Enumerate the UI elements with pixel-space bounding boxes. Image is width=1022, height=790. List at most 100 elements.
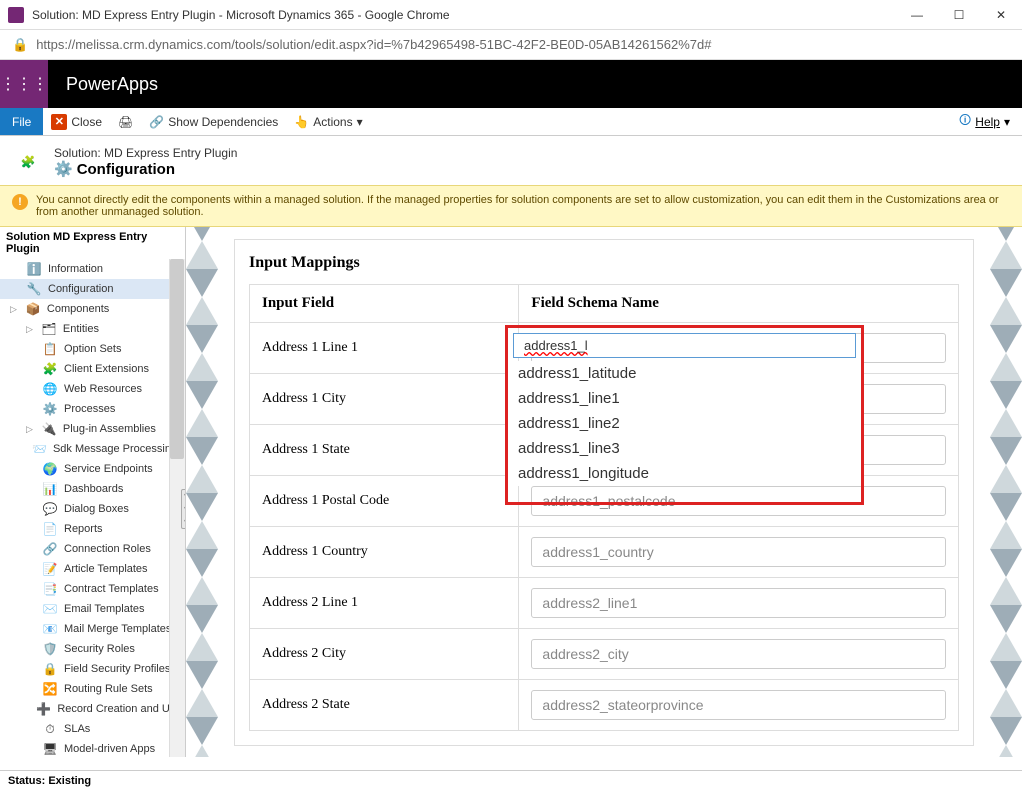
sidebar-item[interactable]: 🔒Field Security Profiles xyxy=(0,659,185,679)
sidebar-item[interactable]: 🧩 Client Extensions xyxy=(0,359,185,379)
sidebar-item[interactable]: 🖥Model-driven Apps xyxy=(0,739,185,757)
nav-icon: 🛡️ xyxy=(42,641,58,657)
sidebar-item[interactable]: 🌐Web Resources xyxy=(0,379,185,399)
nav-icon: ℹ️ xyxy=(26,261,42,277)
input-field-label: Address 2 Line 1 xyxy=(250,578,519,629)
nav-icon: 🔗 xyxy=(42,541,58,557)
sidebar-item[interactable]: ▷📦Components xyxy=(0,299,185,319)
sidebar-item[interactable]: 📄Reports xyxy=(0,519,185,539)
nav-label: Plug-in Assemblies xyxy=(63,423,156,435)
export-icon: 🖨 xyxy=(118,115,133,129)
autocomplete-input[interactable]: address1_l xyxy=(513,333,856,358)
waffle-icon: ⋮⋮⋮ xyxy=(0,74,48,94)
url-text: https://melissa.crm.dynamics.com/tools/s… xyxy=(36,37,711,52)
maximize-button[interactable]: ☐ xyxy=(946,8,972,22)
table-row: Address 2 City xyxy=(250,629,959,680)
content-area: Input Mappings Input Field Field Schema … xyxy=(186,227,1022,757)
nav-icon: 🔧 xyxy=(26,281,42,297)
sidebar-item[interactable]: 🔗Connection Roles xyxy=(0,539,185,559)
help-button[interactable]: 🛈 Help ▾ xyxy=(959,111,1010,132)
schema-name-input[interactable] xyxy=(531,588,946,618)
autocomplete-option[interactable]: address1_latitude xyxy=(508,361,861,386)
main-layout: Solution MD Express Entry Plugin ℹ️ Infor… xyxy=(0,227,1022,757)
input-field-label: Address 2 City xyxy=(250,629,519,680)
nav-icon: ➕ xyxy=(36,701,51,717)
sidebar-title: Solution MD Express Entry Plugin xyxy=(0,227,185,259)
sidebar-item[interactable]: ➕ Record Creation and U... xyxy=(0,699,185,719)
schema-name-input[interactable] xyxy=(531,537,946,567)
nav-label: Record Creation and U... xyxy=(57,703,179,715)
export-button[interactable]: 🖨 xyxy=(118,115,133,129)
nav-label: Components xyxy=(47,303,109,315)
sidebar-item[interactable]: ✉️Email Templates xyxy=(0,599,185,619)
close-window-button[interactable]: ✕ xyxy=(988,8,1014,22)
nav-icon: 🔀 xyxy=(42,681,58,697)
chrome-addressbar[interactable]: 🔒 https://melissa.crm.dynamics.com/tools… xyxy=(0,30,1022,60)
nav-label: SLAs xyxy=(64,723,90,735)
warning-banner: ! You cannot directly edit the component… xyxy=(0,185,1022,227)
chevron-down-icon: ▾ xyxy=(357,115,363,129)
nav-icon: 🔌 xyxy=(41,421,57,437)
sidebar-item[interactable]: 🔀Routing Rule Sets xyxy=(0,679,185,699)
input-field-label: Address 1 City xyxy=(250,374,519,425)
favicon xyxy=(8,7,24,23)
sidebar-item[interactable]: 📑Contract Templates xyxy=(0,579,185,599)
table-header-schema-name: Field Schema Name xyxy=(519,285,959,323)
nav-icon: 📋 xyxy=(42,341,58,357)
nav-icon: 📄 xyxy=(42,521,58,537)
chevron-down-icon: ▾ xyxy=(1004,115,1010,129)
nav-label: Service Endpoints xyxy=(64,463,153,475)
sidebar-item[interactable]: ▷🔌Plug-in Assemblies xyxy=(0,419,185,439)
show-dependencies-button[interactable]: 🔗 Show Dependencies xyxy=(149,115,278,129)
window-title: Solution: MD Express Entry Plugin - Micr… xyxy=(32,8,904,22)
nav-icon: 🖥 xyxy=(42,741,58,757)
schema-name-input[interactable] xyxy=(531,486,946,516)
sidebar-item[interactable]: 📋Option Sets xyxy=(0,339,185,359)
solution-icon: 🧩 xyxy=(10,155,46,169)
schema-name-input[interactable] xyxy=(531,690,946,720)
nav-label: Web Resources xyxy=(64,383,142,395)
autocomplete-option[interactable]: address1_line3 xyxy=(508,436,861,461)
help-icon: 🛈 xyxy=(959,111,971,132)
nav-icon: 🗂 xyxy=(41,321,57,337)
sidebar-item[interactable]: ▷🗂Entities xyxy=(0,319,185,339)
close-button[interactable]: ✕ Close xyxy=(51,114,102,130)
autocomplete-option[interactable]: address1_longitude xyxy=(508,461,861,486)
app-launcher-button[interactable]: ⋮⋮⋮ xyxy=(0,60,48,108)
sidebar-item[interactable]: 📊Dashboards xyxy=(0,479,185,499)
actions-icon: 👆 xyxy=(294,115,309,129)
autocomplete-option[interactable]: address1_line1 xyxy=(508,386,861,411)
table-row: Address 2 Line 1 xyxy=(250,578,959,629)
toolbar: File ✕ Close 🖨 🔗 Show Dependencies 👆 Act… xyxy=(0,108,1022,136)
sidebar-item[interactable]: ⚙️Processes xyxy=(0,399,185,419)
nav-icon: 🧩 xyxy=(42,361,58,377)
nav-label: Client Extensions xyxy=(64,363,149,375)
sidebar-item[interactable]: 📧Mail Merge Templates xyxy=(0,619,185,639)
sidebar-item[interactable]: 🌍Service Endpoints xyxy=(0,459,185,479)
sidebar-scrollbar-thumb[interactable] xyxy=(170,259,184,459)
nav-icon: 📨 xyxy=(32,441,47,457)
sidebar-item[interactable]: 🛡️Security Roles xyxy=(0,639,185,659)
sidebar-item[interactable]: ⏱ SLAs xyxy=(0,719,185,739)
sidebar-item[interactable]: 📝Article Templates xyxy=(0,559,185,579)
nav-label: Entities xyxy=(63,323,99,335)
nav-icon: 🔒 xyxy=(42,661,58,677)
sidebar-item[interactable]: 📨Sdk Message Processin... xyxy=(0,439,185,459)
file-button[interactable]: File xyxy=(0,108,43,135)
schema-name-input[interactable] xyxy=(531,639,946,669)
sidebar-item[interactable]: 🔧Configuration xyxy=(0,279,185,299)
lock-icon: 🔒 xyxy=(12,37,28,53)
nav-icon: ⏱ xyxy=(42,721,58,737)
nav-icon: 💬 xyxy=(42,501,58,517)
actions-menu[interactable]: 👆 Actions ▾ xyxy=(294,115,362,129)
config-panel: Input Mappings Input Field Field Schema … xyxy=(234,239,974,746)
sidebar-item[interactable]: 💬Dialog Boxes xyxy=(0,499,185,519)
status-bar: Status: Existing xyxy=(0,770,1022,790)
minimize-button[interactable]: — xyxy=(904,8,930,22)
input-field-label: Address 1 Line 1 xyxy=(250,323,519,374)
schema-name-cell xyxy=(519,527,959,578)
nav-label: Information xyxy=(48,263,103,275)
autocomplete-option[interactable]: address1_line2 xyxy=(508,411,861,436)
sidebar-item[interactable]: ℹ️ Information xyxy=(0,259,185,279)
autocomplete-list: address1_latitudeaddress1_line1address1_… xyxy=(508,361,861,486)
